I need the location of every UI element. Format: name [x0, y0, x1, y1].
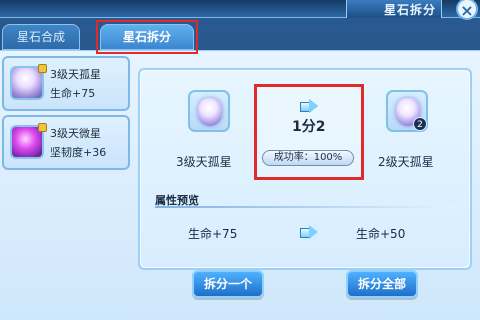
list-item-name: 3级天孤星	[50, 68, 101, 81]
split-one-button[interactable]: 拆分一个	[192, 270, 264, 298]
tab-highlight	[96, 20, 198, 54]
tab-starstone-merge[interactable]: 星石合成	[2, 24, 80, 50]
arrow-right-icon	[300, 99, 318, 113]
list-item-attr: 生命+75	[50, 87, 96, 100]
list-item[interactable]: 3级天孤星 生命+75	[2, 56, 130, 111]
to-starstone-slot[interactable]: 2	[386, 90, 428, 132]
from-starstone-label: 3级天孤星	[176, 155, 232, 169]
starstone-icon	[198, 98, 222, 126]
lock-icon	[38, 64, 47, 73]
list-item-attr: 坚韧度+36	[50, 146, 107, 159]
quantity-badge: 2	[413, 117, 427, 131]
split-ratio: 1分2	[292, 119, 326, 135]
lock-icon	[38, 123, 47, 132]
starstone-list: 3级天孤星 生命+75 3级天微星 坚韧度+36	[2, 56, 130, 174]
from-starstone-slot[interactable]	[188, 90, 230, 132]
to-starstone-label: 2级天孤星	[378, 155, 434, 169]
arrow-right-icon	[300, 225, 318, 239]
preview-left-attr: 生命+75	[188, 227, 238, 241]
success-rate: 成功率：100%	[262, 150, 354, 166]
list-item[interactable]: 3级天微星 坚韧度+36	[2, 115, 130, 170]
preview-divider	[155, 206, 457, 208]
window-title: 星石拆分	[383, 3, 436, 17]
split-all-button[interactable]: 拆分全部	[346, 270, 418, 298]
list-item-name: 3级天微星	[50, 127, 101, 140]
preview-right-attr: 生命+50	[356, 227, 406, 241]
